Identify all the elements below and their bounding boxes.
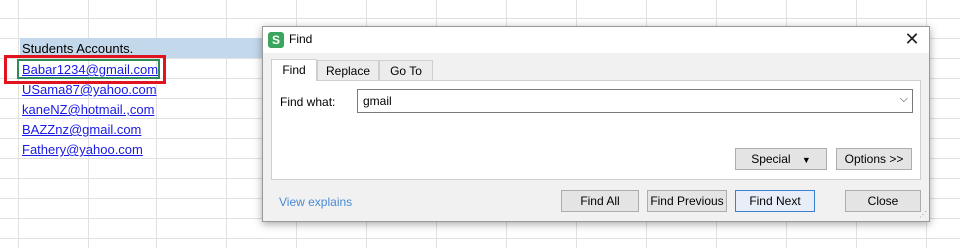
caret-down-icon: ▼ <box>801 155 811 165</box>
find-next-button[interactable]: Find Next <box>735 190 815 212</box>
dialog-title: Find <box>289 32 313 46</box>
options-button[interactable]: Options >> <box>836 148 912 170</box>
chevron-down-icon[interactable]: ⌵ <box>900 93 908 106</box>
tab-go-to[interactable]: Go To <box>379 60 433 80</box>
special-label: Special <box>751 152 791 166</box>
app-icon: S <box>268 32 284 48</box>
email-link[interactable]: BAZZnz@gmail.com <box>22 122 141 137</box>
email-link[interactable]: kaneNZ@hotmail.,com <box>22 102 154 117</box>
tab-replace[interactable]: Replace <box>317 60 379 80</box>
find-dialog[interactable]: S Find ✕ Find Replace Go To Find what: g… <box>262 26 930 222</box>
close-icon[interactable]: ✕ <box>901 28 923 50</box>
view-explains-link[interactable]: View explains <box>279 195 352 209</box>
special-button[interactable]: Special ▼ <box>735 148 827 170</box>
grid-line <box>0 238 960 239</box>
email-link[interactable]: USama87@yahoo.com <box>22 82 157 97</box>
resize-grip-icon[interactable]: ⋰ <box>919 210 927 219</box>
find-tab-panel: Find what: gmail ⌵ Special ▼ Options >> <box>271 80 921 180</box>
email-cell[interactable]: Fathery@yahoo.com <box>22 140 143 159</box>
find-all-button[interactable]: Find All <box>561 190 639 212</box>
find-what-value: gmail <box>363 94 392 108</box>
grid-line <box>0 18 960 19</box>
dialog-titlebar[interactable]: S Find ✕ <box>263 27 929 53</box>
email-cell[interactable]: kaneNZ@hotmail.,com <box>22 100 154 119</box>
find-what-input[interactable]: gmail ⌵ <box>357 89 913 113</box>
close-button[interactable]: Close <box>845 190 921 212</box>
find-what-label: Find what: <box>280 95 336 109</box>
annotation-highlight-box <box>4 55 166 84</box>
email-cell[interactable]: BAZZnz@gmail.com <box>22 120 141 139</box>
tab-find[interactable]: Find <box>271 59 317 81</box>
find-previous-button[interactable]: Find Previous <box>647 190 727 212</box>
email-link[interactable]: Fathery@yahoo.com <box>22 142 143 157</box>
